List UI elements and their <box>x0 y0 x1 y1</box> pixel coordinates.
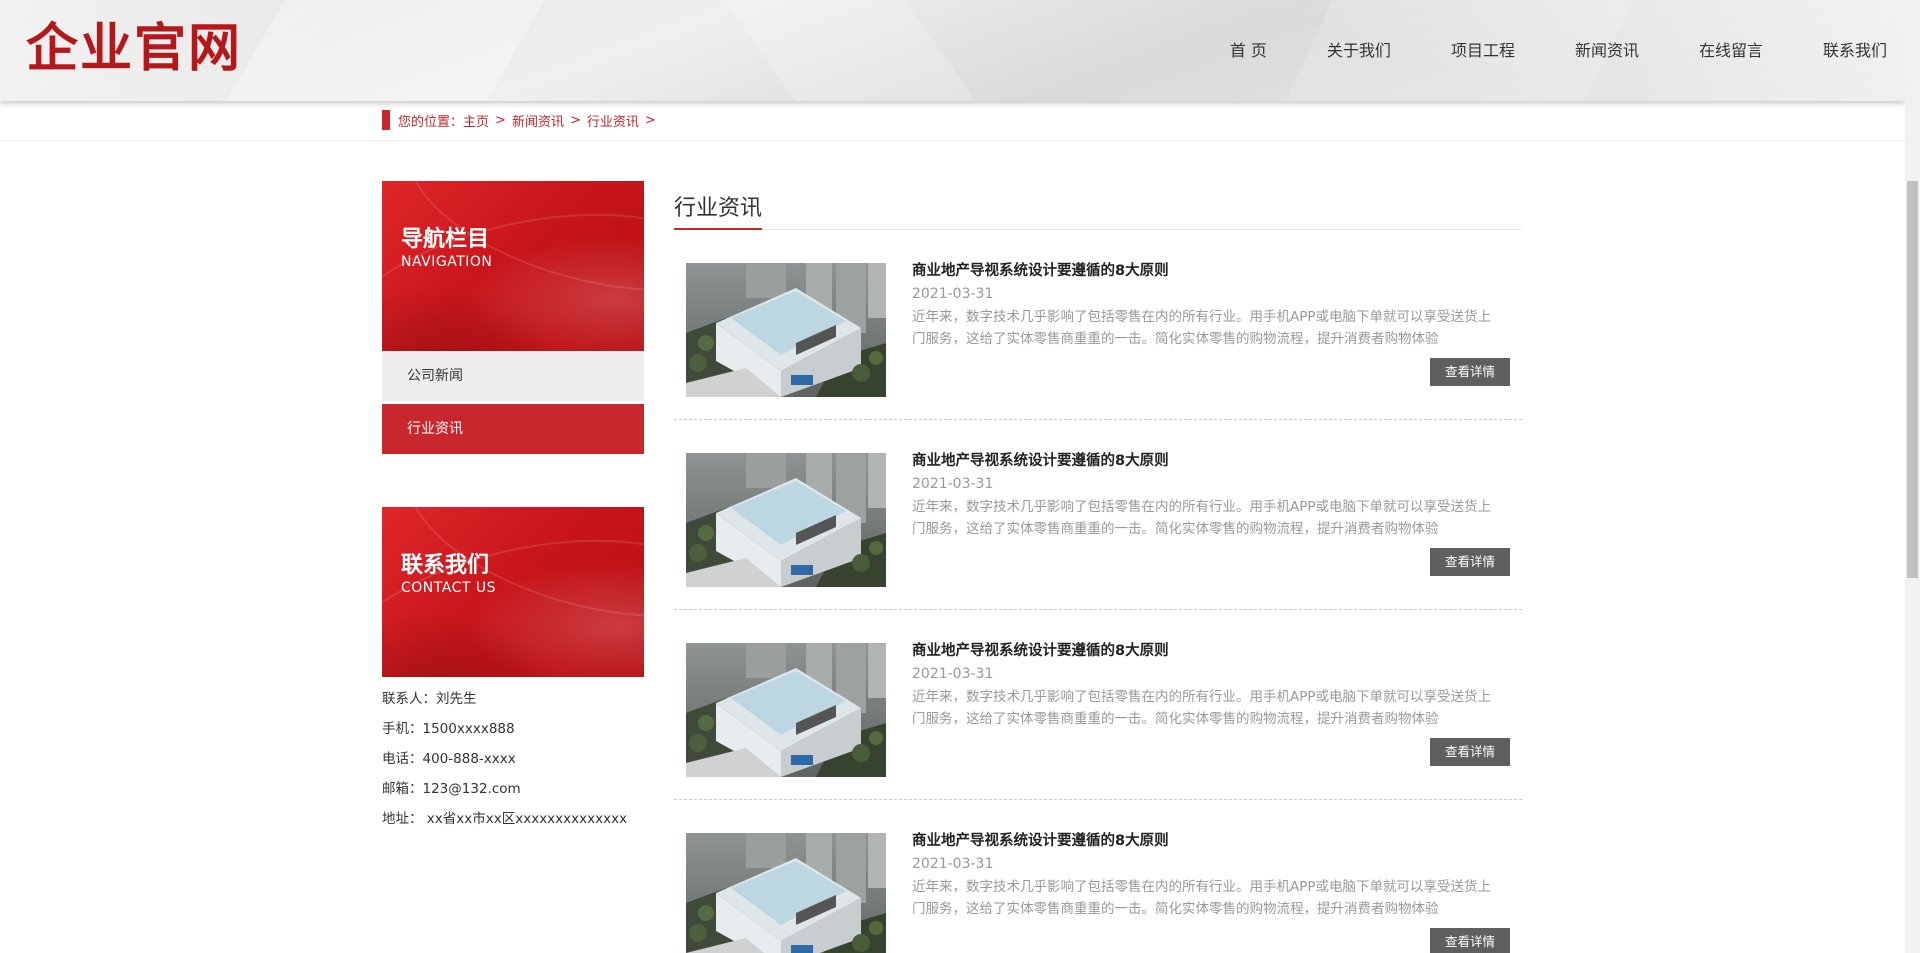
nav-item-contact[interactable]: 联系我们 <box>1793 0 1905 101</box>
sidebar-item-industry-news[interactable]: 行业资讯 <box>382 404 644 454</box>
nav-item-home[interactable]: 首 页 <box>1200 0 1297 101</box>
view-details-button[interactable]: 查看详情 <box>1430 548 1510 576</box>
breadcrumb-link-home[interactable]: 主页 <box>463 111 489 130</box>
contact-mobile: 手机：1500xxxx888 <box>382 721 515 737</box>
contact-email: 邮箱：123@132.com <box>382 781 521 797</box>
article-title[interactable]: 商业地产导视系统设计要遵循的8大原则 <box>912 259 1169 280</box>
nav-item-projects[interactable]: 项目工程 <box>1421 0 1545 101</box>
article-summary: 近年来，数字技术几乎影响了包括零售在内的所有行业。用手机APP或电脑下单就可以享… <box>912 879 1492 917</box>
contact-banner-subtitle: CONTACT US <box>401 580 496 596</box>
nav-banner: 导航栏目 NAVIGATION <box>382 181 644 351</box>
article-thumbnail[interactable] <box>686 643 886 777</box>
contact-banner: 联系我们 CONTACT US <box>382 507 644 677</box>
article-thumbnail[interactable] <box>686 453 886 587</box>
nav-item-about[interactable]: 关于我们 <box>1297 0 1421 101</box>
article-title[interactable]: 商业地产导视系统设计要遵循的8大原则 <box>912 829 1169 850</box>
breadcrumb-prefix: 您的位置： <box>398 114 464 130</box>
breadcrumb-separator: > <box>569 112 581 128</box>
list-item: 商业地产导视系统设计要遵循的8大原则 2021-03-31 近年来，数字技术几乎… <box>674 420 1522 610</box>
nav-banner-title: 导航栏目 <box>401 227 490 252</box>
article-title[interactable]: 商业地产导视系统设计要遵循的8大原则 <box>912 639 1169 660</box>
breadcrumb-link-news[interactable]: 新闻资讯 <box>512 111 564 130</box>
page-title: 行业资讯 <box>674 196 763 221</box>
article-summary: 近年来，数字技术几乎影响了包括零售在内的所有行业。用手机APP或电脑下单就可以享… <box>912 689 1492 727</box>
site-logo[interactable]: 企业官网 <box>26 18 242 80</box>
breadcrumb: 您的位置： 主页 > 新闻资讯 > 行业资讯 > <box>382 110 662 130</box>
header-decoration <box>192 0 568 101</box>
main-nav: 首 页 关于我们 项目工程 新闻资讯 在线留言 联系我们 <box>1200 0 1905 101</box>
page-scrollbar[interactable] <box>1905 0 1920 953</box>
nav-item-message[interactable]: 在线留言 <box>1669 0 1793 101</box>
article-date: 2021-03-31 <box>912 856 994 872</box>
contact-person: 联系人：刘先生 <box>382 691 477 707</box>
view-details-button[interactable]: 查看详情 <box>1430 738 1510 766</box>
list-item: 商业地产导视系统设计要遵循的8大原则 2021-03-31 近年来，数字技术几乎… <box>674 800 1522 953</box>
article-thumbnail[interactable] <box>686 263 886 397</box>
contact-list: 联系人：刘先生 手机：1500xxxx888 电话：400-888-xxxx 邮… <box>382 684 644 834</box>
article-summary: 近年来，数字技术几乎影响了包括零售在内的所有行业。用手机APP或电脑下单就可以享… <box>912 499 1492 537</box>
contact-address: 地址： xx省xx市xx区xxxxxxxxxxxxxx <box>382 811 628 827</box>
list-item: 商业地产导视系统设计要遵循的8大原则 2021-03-31 近年来，数字技术几乎… <box>674 610 1522 800</box>
article-summary: 近年来，数字技术几乎影响了包括零售在内的所有行业。用手机APP或电脑下单就可以享… <box>912 309 1492 347</box>
breadcrumb-marker <box>382 110 390 130</box>
site-header: 企业官网 首 页 关于我们 项目工程 新闻资讯 在线留言 联系我们 <box>0 0 1905 101</box>
breadcrumb-link-industry[interactable]: 行业资讯 <box>587 111 639 130</box>
breadcrumb-bar: 您的位置： 主页 > 新闻资讯 > 行业资讯 > <box>0 101 1905 141</box>
header-decoration <box>682 0 1018 101</box>
breadcrumb-separator: > <box>644 112 656 128</box>
scrollbar-thumb[interactable] <box>1907 181 1918 578</box>
view-details-button[interactable]: 查看详情 <box>1430 358 1510 386</box>
view-details-button[interactable]: 查看详情 <box>1430 928 1510 953</box>
contact-phone: 电话：400-888-xxxx <box>382 751 516 767</box>
nav-item-news[interactable]: 新闻资讯 <box>1545 0 1669 101</box>
list-item: 商业地产导视系统设计要遵循的8大原则 2021-03-31 近年来，数字技术几乎… <box>674 230 1522 420</box>
sidebar-item-company-news[interactable]: 公司新闻 <box>382 351 644 401</box>
article-date: 2021-03-31 <box>912 666 994 682</box>
article-date: 2021-03-31 <box>912 476 994 492</box>
contact-banner-title: 联系我们 <box>401 553 490 578</box>
breadcrumb-separator: > <box>495 112 506 128</box>
article-date: 2021-03-31 <box>912 286 994 302</box>
article-title[interactable]: 商业地产导视系统设计要遵循的8大原则 <box>912 449 1169 470</box>
article-thumbnail[interactable] <box>686 833 886 953</box>
nav-banner-subtitle: NAVIGATION <box>401 254 493 270</box>
